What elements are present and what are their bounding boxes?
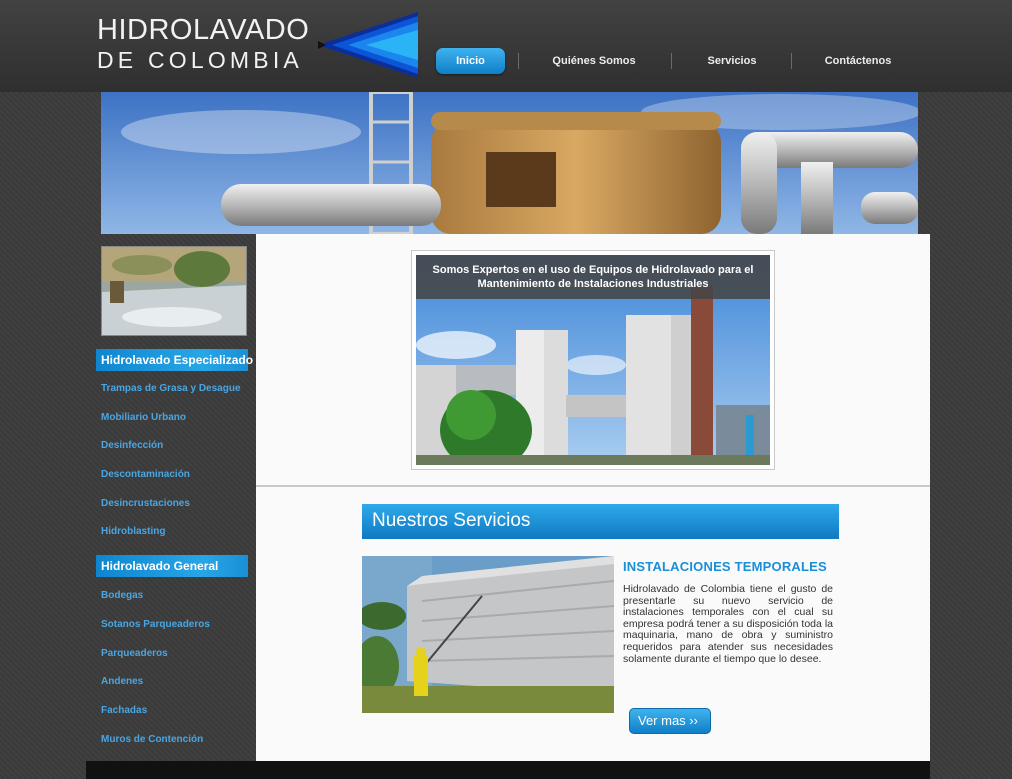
- sidebar-link-sotanos[interactable]: Sotanos Parqueaderos: [101, 619, 210, 630]
- logo-arrow-icon[interactable]: [318, 12, 420, 78]
- sidebar-link-mobiliario[interactable]: Mobiliario Urbano: [101, 412, 186, 423]
- content-divider: [256, 485, 930, 487]
- feature-image: Somos Expertos en el uso de Equipos de H…: [416, 255, 770, 465]
- sidebar-heading-especializado[interactable]: Hidrolavado Especializado: [96, 349, 253, 371]
- services-heading: Nuestros Servicios: [372, 510, 531, 531]
- nav-servicios[interactable]: Servicios: [692, 48, 772, 74]
- sidebar-link-desincrustaciones[interactable]: Desincrustaciones: [101, 498, 190, 509]
- feature-caption-line1: Somos Expertos en el uso de Equipos de H…: [432, 264, 754, 276]
- footer-bar: [86, 761, 930, 779]
- industrial-banner-image: [101, 92, 918, 234]
- service-photo[interactable]: [362, 556, 614, 713]
- sidebar: Hidrolavado Especializado Trampas de Gra…: [96, 234, 256, 764]
- service-item-title[interactable]: INSTALACIONES TEMPORALES: [623, 559, 827, 574]
- services-heading-bar: Nuestros Servicios: [362, 504, 839, 539]
- nav-separator: [671, 53, 672, 69]
- nav-contactenos[interactable]: Contáctenos: [812, 48, 904, 74]
- sidebar-photo: [101, 246, 247, 336]
- sidebar-link-andenes[interactable]: Andenes: [101, 676, 143, 687]
- sidebar-link-desinfeccion[interactable]: Desinfección: [101, 440, 163, 451]
- header: HIDROLAVADO DE COLOMBIA Inicio Quiénes S…: [0, 0, 1012, 92]
- feature-slideshow[interactable]: Somos Expertos en el uso de Equipos de H…: [411, 250, 775, 470]
- feature-caption: Somos Expertos en el uso de Equipos de H…: [416, 255, 770, 299]
- sidebar-link-muros[interactable]: Muros de Contención: [101, 734, 203, 745]
- nav-quienes-somos[interactable]: Quiénes Somos: [540, 48, 648, 74]
- sidebar-link-parqueaderos[interactable]: Parqueaderos: [101, 648, 168, 659]
- logo-name-line2[interactable]: DE COLOMBIA: [97, 47, 303, 73]
- main-content: Somos Expertos en el uso de Equipos de H…: [256, 234, 930, 761]
- feature-caption-line2: Mantenimiento de Instalaciones Industria…: [477, 278, 709, 290]
- nav-inicio[interactable]: Inicio: [436, 48, 505, 74]
- sidebar-link-hidroblasting[interactable]: Hidroblasting: [101, 526, 165, 537]
- nav-separator: [791, 53, 792, 69]
- see-more-button[interactable]: Ver mas ››: [629, 708, 711, 734]
- sidebar-link-descontaminacion[interactable]: Descontaminación: [101, 469, 190, 480]
- nav-separator: [518, 53, 519, 69]
- sidebar-link-fachadas[interactable]: Fachadas: [101, 705, 147, 716]
- sidebar-link-trampas[interactable]: Trampas de Grasa y Desague: [101, 383, 241, 394]
- service-item-description: Hidrolavado de Colombia tiene el gusto d…: [623, 583, 833, 665]
- logo-name-line1[interactable]: HIDROLAVADO: [97, 14, 309, 46]
- sidebar-link-bodegas[interactable]: Bodegas: [101, 590, 143, 601]
- page: HIDROLAVADO DE COLOMBIA Inicio Quiénes S…: [0, 0, 1012, 779]
- sidebar-heading-general[interactable]: Hidrolavado General: [96, 555, 248, 577]
